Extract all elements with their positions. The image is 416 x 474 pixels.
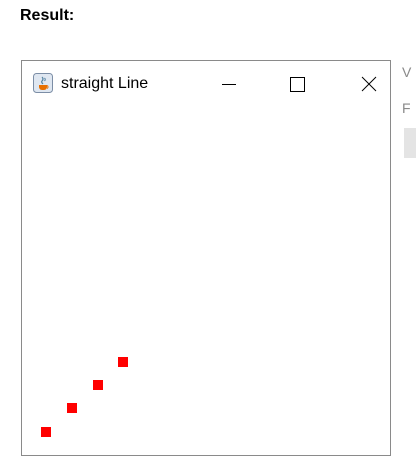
- line-point-2: [67, 403, 77, 413]
- window-title: straight Line: [61, 75, 149, 92]
- maximize-icon[interactable]: [277, 69, 317, 99]
- minimize-icon[interactable]: [209, 69, 249, 99]
- line-point-3: [93, 380, 103, 390]
- background-window-strip: [404, 128, 416, 158]
- background-letter-1: V: [402, 64, 412, 80]
- app-window: straight Line: [21, 60, 391, 456]
- window-titlebar[interactable]: straight Line: [22, 61, 390, 107]
- page: Result: V F straight Line: [0, 0, 416, 474]
- line-point-1: [41, 427, 51, 437]
- line-point-4: [118, 357, 128, 367]
- close-icon[interactable]: [349, 69, 389, 99]
- java-icon: [33, 73, 53, 93]
- result-heading: Result:: [20, 7, 75, 24]
- drawing-canvas: [22, 107, 390, 455]
- background-letter-2: F: [402, 100, 411, 116]
